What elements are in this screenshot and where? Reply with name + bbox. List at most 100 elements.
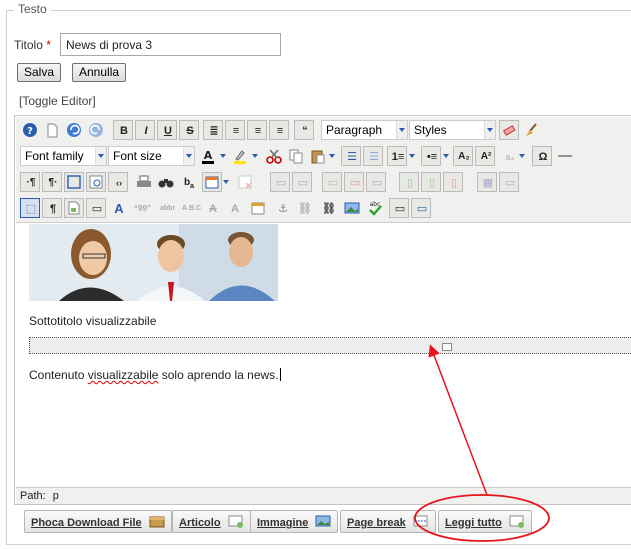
horizontal-rule-icon[interactable] (555, 146, 575, 166)
unlink-icon: ⛓ (298, 203, 312, 215)
toggle-editor-link[interactable]: [Toggle Editor] (19, 94, 96, 108)
replace-icon[interactable]: ba (178, 172, 198, 192)
table-row-delete-icon: ▭ (344, 172, 364, 192)
find-binoculars-icon[interactable] (156, 172, 176, 192)
page-break-button[interactable]: Page break (340, 510, 436, 533)
cleanup-broom-icon[interactable] (521, 120, 541, 140)
acronym-icon: A.B.C (182, 205, 202, 212)
insertion-icon: A (231, 203, 239, 215)
text-color-dropdown[interactable] (219, 146, 228, 166)
subscript-icon[interactable]: A₂ (453, 146, 473, 166)
numbered-list-icon[interactable]: 1≡ (387, 146, 407, 166)
highlight-color-dropdown[interactable] (251, 146, 260, 166)
superscript-icon[interactable]: A² (475, 146, 495, 166)
align-right-icon[interactable]: ≡ (269, 120, 289, 140)
show-blocks-icon[interactable]: ¶ (42, 198, 62, 218)
align-justify-icon[interactable]: ≣ (203, 120, 223, 140)
numbered-list-dropdown[interactable] (408, 146, 417, 166)
insert-image-icon[interactable] (342, 198, 362, 218)
character-map-icon: a₄ (505, 152, 515, 162)
table-row-insert-icon: ▭ (322, 172, 342, 192)
help-icon[interactable]: ? (20, 120, 40, 140)
align-center-icon[interactable]: ≡ (225, 120, 245, 140)
insert-date-dropdown[interactable] (222, 172, 231, 192)
table-col-after-icon: ▯ (421, 172, 441, 192)
phoca-download-button[interactable]: Phoca Download File (24, 510, 172, 533)
save-button[interactable]: Salva (17, 63, 62, 82)
title-input[interactable] (60, 33, 281, 56)
font-family-select[interactable]: Font family (20, 146, 107, 166)
readmore-separator[interactable] (29, 337, 631, 354)
svg-text:?: ? (27, 126, 33, 137)
editor-content[interactable]: Sottotitolo visualizzabile Contenuto vis… (16, 224, 631, 486)
cut-icon[interactable] (264, 146, 284, 166)
new-document-icon[interactable] (42, 120, 62, 140)
indent-icon[interactable]: ☰ (363, 146, 383, 166)
strikethrough-icon[interactable]: S (179, 120, 199, 140)
table-cell-props-icon: ▭ (499, 172, 519, 192)
table-col-delete-icon: ▯ (443, 172, 463, 192)
styles-select[interactable]: Styles (409, 120, 496, 140)
article-icon (228, 515, 243, 528)
fullscreen-icon[interactable] (64, 172, 84, 192)
link-icon[interactable]: ⛓ (318, 198, 338, 218)
content-image[interactable] (29, 224, 278, 301)
abbreviation-icon: abbr (160, 205, 176, 212)
styles-props-icon[interactable]: A (108, 198, 128, 218)
subtitle-text: Sottotitolo visualizzabile (29, 314, 157, 328)
rich-text-editor: ? B I U S ≣ ≡ ≡ ≡ “ Paragraph Styles Fon… (14, 115, 631, 505)
readmore-toolbar-icon[interactable]: ▭ (411, 198, 431, 218)
spellcheck-icon[interactable]: abc (365, 198, 385, 218)
misspelled-word: visualizzabile (87, 368, 159, 382)
anchor-icon[interactable]: ⚓ (272, 198, 292, 218)
text-caret (279, 368, 281, 381)
font-size-select[interactable]: Font size (108, 146, 195, 166)
readmore-icon (509, 515, 524, 528)
ltr-direction-icon[interactable]: ·¶ (20, 172, 40, 192)
blockquote-icon[interactable]: “ (294, 120, 314, 140)
table-row-before-icon: ▭ (270, 172, 290, 192)
insert-date-icon[interactable] (202, 172, 222, 192)
special-char-icon[interactable]: Ω (532, 146, 552, 166)
image-button[interactable]: Immagine (250, 510, 339, 533)
align-left-icon[interactable]: ≡ (247, 120, 267, 140)
highlight-color-icon[interactable] (230, 146, 250, 166)
visual-aid-icon[interactable]: ⬚ (20, 198, 40, 218)
copy-icon[interactable] (286, 146, 306, 166)
source-code-icon[interactable]: ‹› (108, 172, 128, 192)
print-icon[interactable] (134, 172, 154, 192)
image-icon (315, 515, 331, 527)
text-color-icon[interactable]: A (198, 146, 218, 166)
undo-icon[interactable] (64, 120, 84, 140)
preview-icon[interactable] (86, 172, 106, 192)
bullet-list-dropdown[interactable] (442, 146, 451, 166)
table-row-props-icon: ▭ (366, 172, 386, 192)
paste-dropdown[interactable] (328, 146, 337, 166)
table-col-before-icon: ▯ (399, 172, 419, 192)
required-marker: * (46, 38, 51, 52)
cite-icon: “99” (134, 204, 151, 213)
bold-icon[interactable]: B (113, 120, 133, 140)
path-label: Path: (20, 490, 46, 502)
bullet-list-icon[interactable]: •≡ (421, 146, 441, 166)
character-map-dropdown (518, 146, 527, 166)
eraser-icon[interactable] (499, 120, 519, 140)
redo-icon[interactable] (86, 120, 106, 140)
insert-layer-icon[interactable]: ▭ (86, 198, 106, 218)
italic-icon[interactable]: I (135, 120, 155, 140)
readmore-button[interactable]: Leggi tutto (438, 510, 532, 533)
insert-template-icon[interactable] (64, 198, 84, 218)
title-label: Titolo * (14, 38, 51, 52)
page-break-toolbar-icon[interactable]: ▭ (389, 198, 409, 218)
outdent-icon[interactable]: ☰ (341, 146, 361, 166)
pagebreak-icon (413, 515, 428, 527)
attributes-icon[interactable] (248, 198, 268, 218)
format-select[interactable]: Paragraph (321, 120, 408, 140)
underline-icon[interactable]: U (157, 120, 177, 140)
rtl-direction-icon[interactable]: ¶· (42, 172, 62, 192)
paste-icon[interactable] (308, 146, 328, 166)
article-button[interactable]: Articolo (172, 510, 251, 533)
path-value[interactable]: p (53, 490, 59, 502)
cancel-button[interactable]: Annulla (72, 63, 127, 82)
svg-text:A: A (204, 149, 213, 162)
